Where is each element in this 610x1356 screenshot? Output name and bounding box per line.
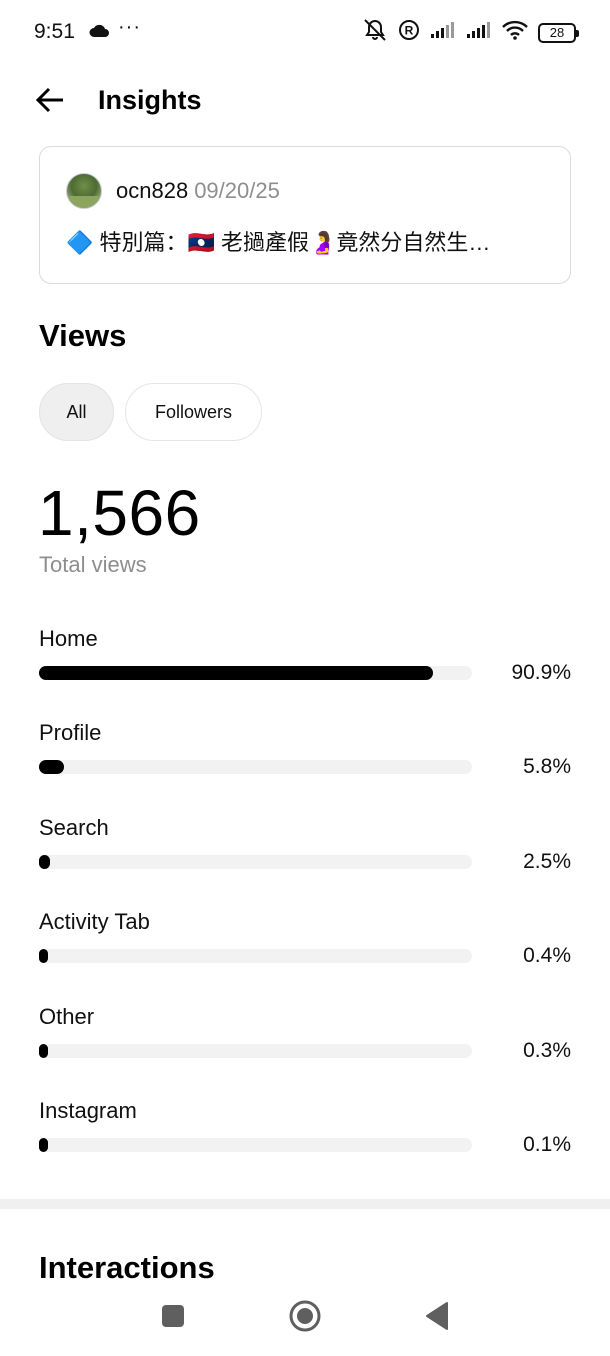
views-filter-chips: All Followers [39,383,262,441]
back-button[interactable] [30,82,70,122]
source-bar-fill [39,854,50,869]
more-notifications-icon: ··· [118,16,141,38]
total-views-count: 1,566 [38,477,201,549]
filter-chip-followers[interactable]: Followers [125,383,262,441]
source-percent: 2.5% [523,849,571,873]
source-row-profile: Profile 5.8% [39,718,571,812]
avatar [66,173,102,209]
home-button[interactable] [285,1298,325,1338]
total-views-label: Total views [39,552,147,577]
source-bar-fill [39,1137,48,1152]
filter-chip-all[interactable]: All [39,383,114,441]
source-row-activity-tab: Activity Tab 0.4% [39,907,571,1001]
source-bar-track [39,854,472,869]
arrow-left-icon [35,87,65,118]
recents-button[interactable] [153,1298,193,1338]
source-label: Activity Tab [39,909,150,935]
source-row-search: Search 2.5% [39,813,571,907]
svg-text:R: R [405,24,414,38]
page-title: Insights [98,85,202,115]
interactions-section-title: Interactions [39,1250,215,1285]
source-bar-fill [39,760,65,775]
post-author: ocn828 09/20/25 [116,178,280,204]
triangle-back-icon [425,1301,449,1335]
source-bar-track [39,1043,472,1058]
source-row-home: Home 90.9% [39,624,571,718]
source-percent: 0.4% [523,944,571,968]
source-label: Instagram [39,1097,137,1123]
system-navigation-bar [0,1290,610,1346]
battery-icon: 28 [538,22,579,43]
section-divider [0,1199,610,1209]
source-bar-track [39,666,472,680]
signal-icon [430,21,456,44]
battery-level: 28 [549,25,565,40]
square-icon [161,1304,185,1333]
post-preview-card[interactable]: ocn828 09/20/25 🔷 特別篇：🇱🇦 老撾產假🤰竟然分自然生… [39,146,571,284]
source-percent: 90.9% [511,661,571,684]
source-bar-track [39,1137,472,1152]
source-label: Home [39,626,98,651]
source-label: Search [39,814,109,840]
status-bar: 9:51 ··· R 28 [0,0,610,64]
source-percent: 0.3% [523,1038,571,1062]
source-percent: 5.8% [523,755,571,779]
source-bar-fill [39,666,433,680]
post-username: ocn828 [116,178,189,203]
source-percent: 0.1% [523,1132,571,1156]
source-bar-fill [39,949,48,964]
source-bar-track [39,949,472,964]
mute-icon [362,18,388,47]
status-time: 9:51 [34,20,75,43]
source-label: Profile [39,720,102,746]
cloud-icon [88,24,110,43]
home-circle-icon [288,1299,322,1338]
post-date: 09/20/25 [194,178,280,203]
views-source-breakdown: Home 90.9% Profile 5.8% Search 2.5% Acti… [39,624,571,1190]
source-bar-fill [39,1043,48,1058]
source-bar-track [39,760,472,775]
back-nav-button[interactable] [417,1298,457,1338]
views-section-title: Views [39,318,127,353]
signal-icon [466,21,492,44]
post-caption: 🔷 特別篇：🇱🇦 老撾產假🤰竟然分自然生… [66,230,491,255]
source-label: Other [39,1003,95,1029]
source-row-instagram: Instagram 0.1% [39,1096,571,1190]
source-row-other: Other 0.3% [39,1002,571,1096]
registered-icon: R [398,19,420,46]
wifi-icon [502,20,528,45]
